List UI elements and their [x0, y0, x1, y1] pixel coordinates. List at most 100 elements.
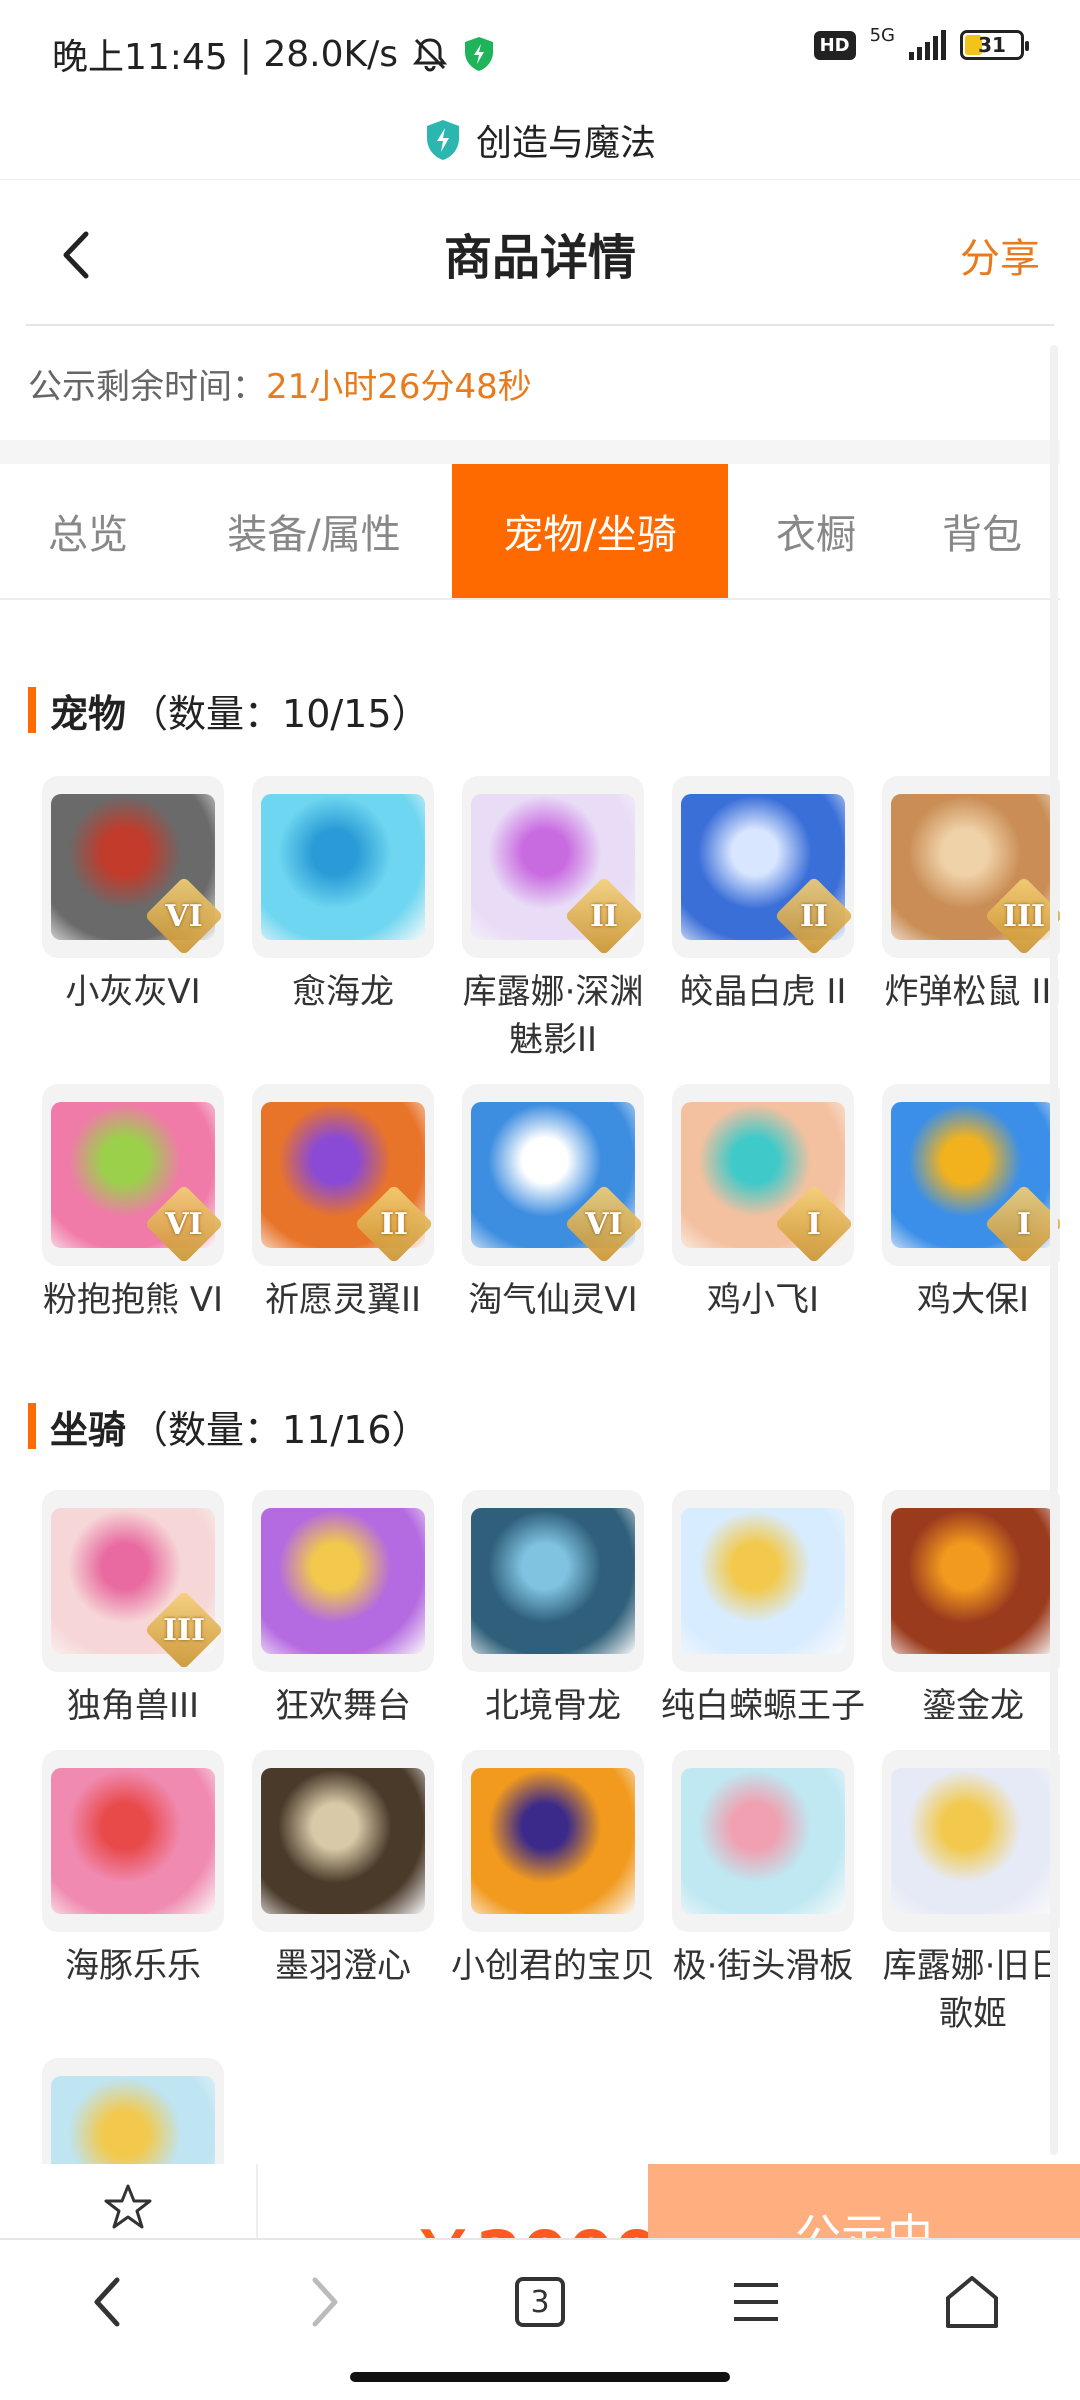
item-thumbnail[interactable]	[252, 776, 434, 958]
pets-title: 宠物	[50, 691, 127, 736]
list-item[interactable]: III 独角兽III	[28, 1490, 238, 1730]
scrollbar[interactable]	[1050, 345, 1058, 2155]
tier-label: II	[379, 1207, 409, 1242]
item-image	[681, 1508, 845, 1654]
item-thumbnail[interactable]: I	[672, 1084, 854, 1266]
home-icon	[946, 2276, 998, 2328]
item-thumbnail[interactable]	[882, 1490, 1060, 1672]
item-thumbnail[interactable]: III	[882, 776, 1060, 958]
item-thumbnail[interactable]	[252, 1750, 434, 1932]
item-name: 库露娜·旧日歌姬	[882, 1946, 1060, 2034]
item-thumbnail[interactable]	[462, 1750, 644, 1932]
item-name: 炸弹松鼠 III	[884, 972, 1060, 1012]
security-shield-icon	[464, 37, 493, 71]
list-item[interactable]: I 鸡大保I	[868, 1084, 1060, 1324]
item-name: 鎏金龙	[922, 1686, 1024, 1726]
mounts-grid: III 独角兽III 狂欢舞台 北境骨龙 纯白蝾螈王子 鎏金龙海豚乐乐 墨羽澄心 小创君的宝贝…	[28, 1490, 1060, 2164]
list-item[interactable]: 鎏金龙	[868, 1490, 1060, 1730]
list-item[interactable]: II 库露娜·深渊魅影II	[448, 776, 658, 1064]
browser-menu-button[interactable]	[716, 2262, 796, 2342]
status-left: 晚上11:45 | 28.0K/s	[52, 28, 496, 80]
item-thumbnail[interactable]: VI	[462, 1084, 644, 1266]
status-bar: 晚上11:45 | 28.0K/s HD 5G 31	[0, 0, 1080, 100]
list-item[interactable]: 狂欢舞台	[238, 1490, 448, 1730]
item-thumbnail[interactable]	[672, 1490, 854, 1672]
browser-home-button[interactable]	[932, 2262, 1012, 2342]
tab-pets-mounts[interactable]: 宠物/坐骑	[452, 464, 728, 598]
public-status-button[interactable]: 公示中	[648, 2164, 1080, 2238]
bottom-action-bar: ￥2000 公示中	[0, 2164, 1080, 2238]
tab-backpack[interactable]: 背包	[904, 464, 1060, 598]
site-title-bar: 创造与魔法	[0, 100, 1080, 180]
site-shield-icon	[426, 119, 459, 160]
tab-wardrobe[interactable]: 衣橱	[728, 464, 904, 598]
list-item[interactable]: II 祈愿灵翼II	[238, 1084, 448, 1324]
list-item[interactable]: VI 淘气仙灵VI	[448, 1084, 658, 1324]
share-button[interactable]: 分享	[960, 226, 1040, 284]
item-thumbnail[interactable]	[42, 2058, 224, 2164]
list-item[interactable]: 库露娜·旧日歌姬	[868, 1750, 1060, 2038]
list-item[interactable]: 海豚乐乐	[28, 1750, 238, 2038]
tier-label: III	[1002, 899, 1046, 934]
star-icon	[104, 2184, 152, 2229]
battery-level: 31	[978, 33, 1006, 57]
browser-forward-button[interactable]	[284, 2262, 364, 2342]
item-name: 鸡大保I	[916, 1280, 1030, 1320]
pets-mounts-content: 宠物 （数量：10/15） VI 小灰灰VI 愈海龙 II 库露娜·深渊魅影II II 皎晶…	[0, 602, 1060, 2164]
network-speed: | 28.0K/s	[239, 33, 398, 75]
divider	[26, 324, 1054, 326]
mounts-title: 坐骑	[50, 1407, 127, 1452]
section-separator	[0, 440, 1060, 464]
item-name: 独角兽III	[66, 1686, 200, 1726]
home-indicator	[350, 2372, 730, 2382]
tier-label: II	[799, 899, 829, 934]
item-thumbnail[interactable]	[462, 1490, 644, 1672]
list-item[interactable]: 北境骨龙	[448, 1490, 658, 1730]
list-item[interactable]: 墨羽澄心	[238, 1750, 448, 2038]
item-thumbnail[interactable]: II	[252, 1084, 434, 1266]
list-item[interactable]: 纯白蝾螈王子	[658, 1490, 868, 1730]
favorite-button[interactable]	[0, 2164, 258, 2238]
list-item[interactable]: VI 小灰灰VI	[28, 776, 238, 1064]
item-thumbnail[interactable]: III	[42, 1490, 224, 1672]
item-thumbnail[interactable]: II	[672, 776, 854, 958]
tab-bar: 总览 装备/属性 宠物/坐骑 衣橱 背包	[0, 464, 1060, 600]
tab-overview[interactable]: 总览	[0, 464, 176, 598]
item-name: 淘气仙灵VI	[468, 1280, 638, 1320]
tab-count: 3	[515, 2277, 565, 2327]
item-name: 狂欢舞台	[275, 1686, 411, 1726]
item-thumbnail[interactable]	[882, 1750, 1060, 1932]
list-item[interactable]: VI 粉抱抱熊 VI	[28, 1084, 238, 1324]
item-name: 鸡小飞I	[706, 1280, 820, 1320]
browser-back-button[interactable]	[68, 2262, 148, 2342]
tab-equipment[interactable]: 装备/属性	[176, 464, 452, 598]
item-thumbnail[interactable]: I	[882, 1084, 1060, 1266]
countdown: 公示剩余时间： 21小时26分48秒	[0, 330, 1060, 436]
item-name: 粉抱抱熊 VI	[42, 1280, 224, 1320]
item-thumbnail[interactable]	[672, 1750, 854, 1932]
list-item[interactable]: 小创君的宝贝	[448, 1750, 658, 2038]
item-thumbnail[interactable]	[252, 1490, 434, 1672]
tier-label: VI	[165, 1207, 203, 1242]
item-thumbnail[interactable]: VI	[42, 1084, 224, 1266]
list-item[interactable]: 极·街头滑板	[658, 1750, 868, 2038]
item-thumbnail[interactable]	[42, 1750, 224, 1932]
section-marker	[28, 687, 36, 733]
list-item[interactable]: 愈海龙	[238, 776, 448, 1064]
page-header: 商品详情 分享	[0, 190, 1080, 326]
list-item[interactable]: II 皎晶白虎 II	[658, 776, 868, 1064]
countdown-time: 21小时26分48秒	[266, 366, 532, 407]
menu-icon	[734, 2283, 778, 2321]
item-thumbnail[interactable]: VI	[42, 776, 224, 958]
pets-section-title: 宠物 （数量：10/15）	[28, 682, 430, 738]
item-name: 祈愿灵翼II	[264, 1280, 422, 1320]
tier-label: I	[1016, 1207, 1032, 1242]
item-name: 愈海龙	[292, 972, 394, 1012]
list-item[interactable]: I 鸡小飞I	[658, 1084, 868, 1324]
list-item[interactable]: III 炸弹松鼠 III	[868, 776, 1060, 1064]
list-item[interactable]	[28, 2058, 238, 2164]
network-type: 5G	[869, 24, 895, 46]
browser-tabs-button[interactable]: 3	[500, 2262, 580, 2342]
item-name: 小灰灰VI	[65, 972, 201, 1012]
item-thumbnail[interactable]: II	[462, 776, 644, 958]
